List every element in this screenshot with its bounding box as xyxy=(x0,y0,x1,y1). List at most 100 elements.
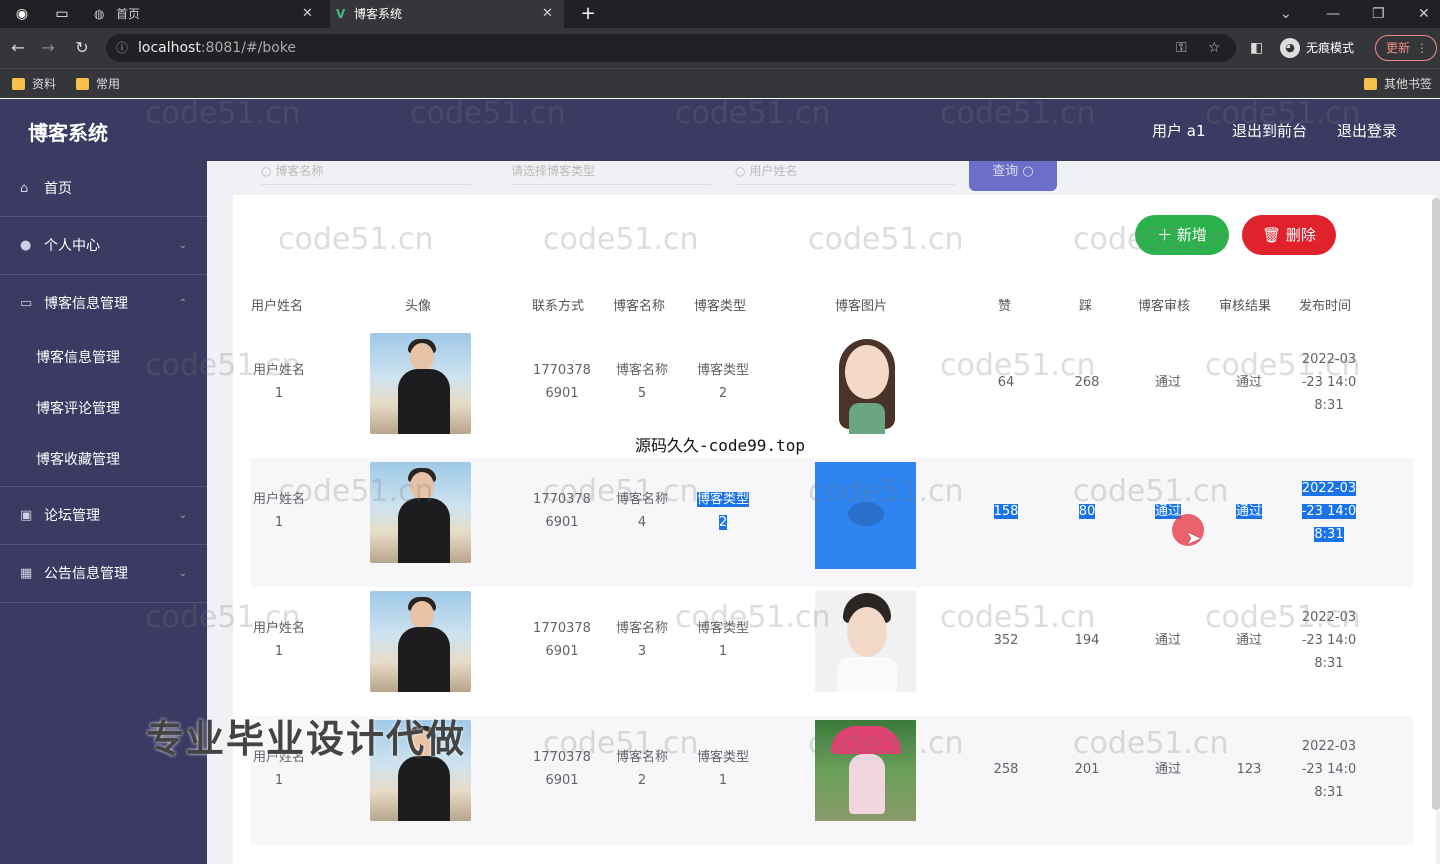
column-header[interactable]: 博客名称 xyxy=(613,295,665,314)
watermark: code51.cn xyxy=(145,348,301,383)
watermark: code51.cn xyxy=(808,222,964,257)
close-icon[interactable]: ✕ xyxy=(302,0,313,28)
back-icon[interactable]: ← xyxy=(6,36,30,60)
other-bookmarks[interactable]: 其他书签 xyxy=(1364,75,1432,93)
watermark: code51.cn xyxy=(940,96,1096,131)
column-header[interactable]: 博客类型 xyxy=(694,295,746,314)
audit-cell: 通过 xyxy=(1154,375,1181,390)
minimize-icon[interactable]: — xyxy=(1326,0,1340,28)
blog-type-cell: 博客类型 2 xyxy=(696,363,749,401)
ad-overlay: 专业毕业设计代做 xyxy=(146,717,467,761)
sidebar-item-blog-management[interactable]: ▭ 博客信息管理 ⌃ xyxy=(0,275,207,333)
update-button[interactable]: 更新 ⋮ xyxy=(1375,35,1437,61)
blog-type-select[interactable]: 请选择博客类型 xyxy=(511,161,711,185)
search-icon: ○ xyxy=(1022,164,1034,179)
search-form: ○ 博客名称 请选择博客类型 ○ 用户姓名 查询 ○ xyxy=(207,161,1440,191)
address-bar[interactable]: ⓘ localhost:8081/#/boke ⚿ ☆ xyxy=(106,34,1236,62)
folder-icon xyxy=(12,78,25,90)
delete-button[interactable]: 🗑 删除 xyxy=(1242,215,1336,255)
audit-cell: 通过 xyxy=(1154,633,1181,648)
site-watermark: 源码久久-code99.top xyxy=(635,436,805,455)
sidebar-item-home[interactable]: ⌂ 首页 xyxy=(0,161,207,217)
sidebar-subitem-blog-favorites[interactable]: 博客收藏管理 xyxy=(0,435,207,486)
search-icon: ○ xyxy=(735,164,746,178)
tab-blog-system[interactable]: V 博客系统 ✕ xyxy=(330,0,564,28)
audit-result-cell: 通过 xyxy=(1235,504,1262,519)
blog-name-cell: 博客名称 3 xyxy=(615,621,668,659)
user-icon: ● xyxy=(20,238,32,253)
sidebar-item-personal-center[interactable]: ● 个人中心 ⌄ xyxy=(0,217,207,275)
column-header[interactable]: 审核结果 xyxy=(1219,295,1271,314)
incognito-indicator[interactable]: ◕ 无痕模式 xyxy=(1280,36,1354,60)
forward-icon[interactable]: → xyxy=(36,36,60,60)
column-header[interactable]: 发布时间 xyxy=(1299,295,1351,314)
watermark: code51.cn xyxy=(145,600,301,635)
watermark: code51.cn xyxy=(675,600,831,635)
bookmark-folder[interactable]: 常用 xyxy=(76,75,120,93)
column-header: 博客图片 xyxy=(835,299,888,314)
watermark: code51.cn xyxy=(543,222,699,257)
column-header: 头像 xyxy=(405,299,432,314)
publish-time-cell: 2022-03 -23 14:0 8:31 xyxy=(1301,481,1357,542)
sidepanel-icon[interactable]: ◧ xyxy=(1250,36,1263,60)
likes-cell: 258 xyxy=(993,762,1019,777)
key-icon[interactable]: ⚿ xyxy=(1176,34,1187,62)
user-name-input[interactable]: ○ 用户姓名 xyxy=(735,161,955,185)
chevron-up-icon: ⌃ xyxy=(178,298,187,309)
query-button[interactable]: 查询 ○ xyxy=(969,161,1057,191)
more-icon: ⋮ xyxy=(1416,41,1428,55)
app-title: 博客系统 xyxy=(28,121,108,145)
reload-icon[interactable]: ↻ xyxy=(70,36,94,60)
sidebar-item-announcements[interactable]: ▦ 公告信息管理 ⌄ xyxy=(0,545,207,603)
blog-image xyxy=(815,333,916,434)
tab-home[interactable]: ◍ 首页 ✕ xyxy=(92,0,324,28)
home-icon: ⌂ xyxy=(20,181,29,196)
sidebar-subitem-blog-comments[interactable]: 博客评论管理 xyxy=(0,384,207,435)
watermark: code51.cn xyxy=(1073,222,1229,257)
chevron-down-icon[interactable]: ⌄ xyxy=(1280,0,1292,28)
vertical-scrollbar[interactable] xyxy=(1432,198,1440,810)
column-header[interactable]: 联系方式 xyxy=(532,295,584,314)
star-icon[interactable]: ☆ xyxy=(1208,34,1221,62)
blog-type-cell: 博客类型 2 xyxy=(696,492,749,530)
current-user: 用户 a1 xyxy=(1152,122,1206,140)
column-header[interactable]: 赞 xyxy=(998,295,1011,314)
column-header[interactable]: 用户姓名 xyxy=(251,295,303,314)
chevron-down-icon: ⌄ xyxy=(178,240,187,251)
vue-logo-icon: V xyxy=(336,7,346,21)
watermark: code51.cn xyxy=(278,474,434,509)
search-icon: ○ xyxy=(261,164,272,178)
bookmarks-bar: 资料 常用 其他书签 xyxy=(0,68,1440,98)
new-tab-icon[interactable]: + xyxy=(578,4,598,24)
sidebar-item-forum[interactable]: ▣ 论坛管理 ⌄ xyxy=(0,487,207,545)
watermark: code51.cn xyxy=(543,474,699,509)
folder-icon xyxy=(76,78,89,90)
incognito-icon: ◕ xyxy=(1280,38,1300,58)
globe-icon: ◍ xyxy=(94,7,105,21)
chevron-down-icon: ⌄ xyxy=(178,568,187,579)
info-icon: ⓘ xyxy=(116,41,129,55)
folder-icon xyxy=(1364,78,1377,90)
watermark: code51.cn xyxy=(145,96,301,131)
watermark: code51.cn xyxy=(410,96,566,131)
message-icon: ▭ xyxy=(20,296,33,311)
forum-icon: ▣ xyxy=(20,508,33,523)
grid-icon: ▦ xyxy=(20,566,33,581)
watermark: code51.cn xyxy=(940,348,1096,383)
chevron-down-icon: ⌄ xyxy=(178,510,187,521)
restore-icon[interactable]: ❐ xyxy=(1372,0,1385,28)
watermark: code51.cn xyxy=(1073,474,1229,509)
close-icon[interactable]: ✕ xyxy=(542,0,553,28)
watermark: code51.cn xyxy=(1205,348,1361,383)
window-close-icon[interactable]: ✕ xyxy=(1418,0,1430,28)
bookmark-folder[interactable]: 资料 xyxy=(12,75,56,93)
watermark: code51.cn xyxy=(1205,600,1361,635)
column-header[interactable]: 踩 xyxy=(1079,295,1092,314)
likes-cell: 158 xyxy=(993,504,1019,519)
trash-icon: 🗑 xyxy=(1262,226,1282,244)
watermark: code51.cn xyxy=(675,96,831,131)
tab-overview-icon[interactable]: ▭ xyxy=(52,4,72,24)
publish-time-cell: 2022-03 -23 14:0 8:31 xyxy=(1301,739,1357,800)
column-header[interactable]: 博客审核 xyxy=(1138,295,1190,314)
blog-name-input[interactable]: ○ 博客名称 xyxy=(261,161,471,185)
